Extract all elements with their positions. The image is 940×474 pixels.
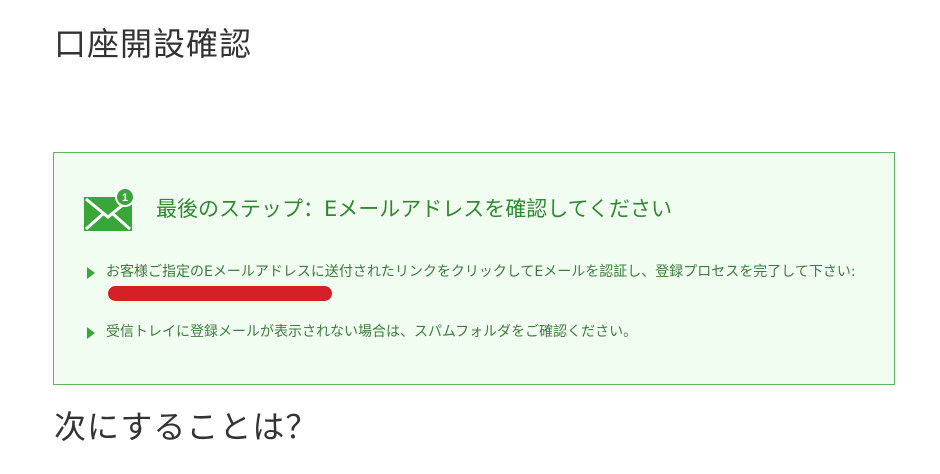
mail-notification-icon: 1: [84, 187, 138, 233]
notification-badge: 1: [122, 192, 128, 204]
spam-folder-text: 受信トレイに登録メールが表示されない場合は、スパムフォルダをご確認ください。: [106, 324, 638, 340]
redacted-email-address: [108, 286, 332, 301]
verification-notice-box: 1 最後のステップ：Eメールアドレスを確認してください お客様ご指定のEメールア…: [53, 152, 895, 385]
bullet-arrow-icon: [87, 327, 95, 339]
final-step-heading: 最後のステップ：Eメールアドレスを確認してください: [156, 197, 673, 221]
account-confirmation-page: 口座開設確認 1 最後のステップ：Eメールアドレスを確認してください お客様ご指…: [0, 0, 940, 474]
list-item: お客様ご指定のEメールアドレスに送付されたリンクをクリックしてEメールを認証し、…: [86, 261, 876, 305]
bullet-arrow-icon: [87, 267, 95, 279]
list-item: 受信トレイに登録メールが表示されない場合は、スパムフォルダをご確認ください。: [86, 321, 876, 343]
next-steps-heading: 次にすることは？: [54, 408, 319, 446]
verify-instruction-text: お客様ご指定のEメールアドレスに送付されたリンクをクリックしてEメールを認証し、…: [106, 264, 856, 280]
page-title: 口座開設確認: [54, 25, 253, 63]
instruction-list: お客様ご指定のEメールアドレスに送付されたリンクをクリックしてEメールを認証し、…: [86, 261, 876, 343]
